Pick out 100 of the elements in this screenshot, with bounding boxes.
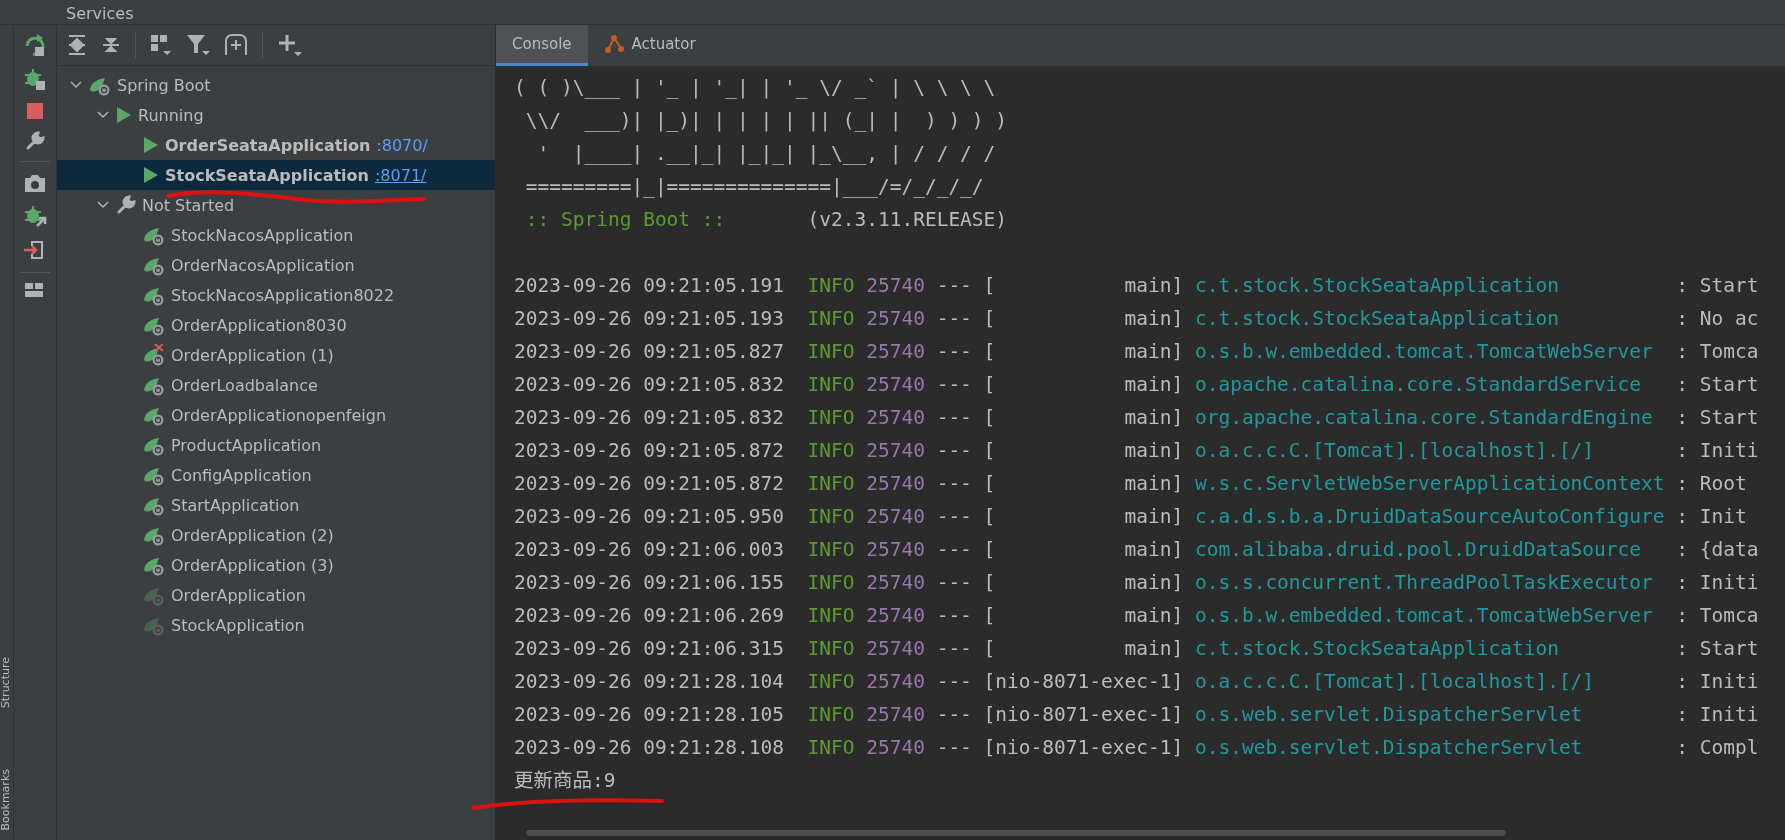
log-timestamp: 2023-09-26 09:21:06.003 [514,537,785,563]
port-link[interactable]: :8071/ [374,165,427,185]
tree-item[interactable]: Not Started [57,190,495,220]
tree-item[interactable]: Spring Boot [57,70,495,100]
thread-name: [ main] [983,438,1184,464]
log-timestamp: 2023-09-26 09:21:06.315 [514,636,785,662]
log-message: : Initi [1676,669,1759,695]
log-message: : Compl [1676,735,1759,761]
console-tab[interactable]: Console [496,25,588,66]
tree-item[interactable]: OrderApplication (1) [57,340,495,370]
tree-item[interactable]: Running [57,100,495,130]
add-icon[interactable] [277,33,303,57]
tree-item[interactable]: StockNacosApplication8022 [57,280,495,310]
tree-item[interactable]: ProductApplication [57,430,495,460]
thread-name: [ main] [983,636,1184,662]
process-id: 25740 [866,537,925,563]
layout-icon[interactable] [25,283,45,299]
process-id: 25740 [866,405,925,431]
thread-name: [nio-8071-exec-1] [983,702,1184,728]
log-message: : Initi [1676,438,1759,464]
log-timestamp: 2023-09-26 09:21:05.872 [514,471,785,497]
tree-item[interactable]: OrderApplicationopenfeign [57,400,495,430]
banner-line: =========|_|==============|___/=/_/_/_/ [524,174,984,200]
log-level: INFO [807,438,855,464]
tree-item[interactable]: OrderApplication (2) [57,520,495,550]
log-separator: --- [936,570,972,596]
log-timestamp: 2023-09-26 09:21:28.108 [514,735,785,761]
logger-name: o.s.b.w.embedded.tomcat.TomcatWebServer [1194,340,1653,363]
banner-label: :: Spring Boot :: [524,207,726,233]
filter-icon[interactable] [186,33,210,57]
expand-all-icon[interactable] [67,34,87,56]
tree-item[interactable]: OrderSeataApplication :8070/ [57,130,495,160]
process-id: 25740 [866,471,925,497]
log-timestamp: 2023-09-26 09:21:05.193 [514,306,785,332]
logger-name: o.a.c.c.C.[Tomcat].[localhost].[/] [1194,439,1595,462]
process-id: 25740 [866,339,925,365]
log-timestamp: 2023-09-26 09:21:05.832 [514,405,785,431]
tree-item[interactable]: OrderLoadbalance [57,370,495,400]
log-message: : Root [1676,471,1747,497]
window-title: Services [66,6,134,24]
log-separator: --- [936,438,972,464]
logger-name: o.s.b.w.embedded.tomcat.TomcatWebServer [1194,604,1653,627]
log-level: INFO [807,669,855,695]
banner-line: ' |____| .__|_| |_|_| |_\__, | / / / / [536,141,996,167]
thread-name: [ main] [983,339,1184,365]
log-timestamp: 2023-09-26 09:21:06.155 [514,570,785,596]
log-separator: --- [936,702,972,728]
rerun-icon[interactable] [23,33,47,57]
group-by-icon[interactable] [150,34,172,56]
log-message: : No ac [1676,306,1759,332]
log-level: INFO [807,702,855,728]
console-tab[interactable]: Actuator [587,25,712,66]
log-separator: --- [936,339,972,365]
log-timestamp: 2023-09-26 09:21:28.105 [514,702,785,728]
spring-error-icon [143,344,165,366]
logger-name: com.alibaba.druid.pool.DruidDataSource [1194,538,1642,561]
debug-icon[interactable] [23,67,47,91]
logger-name: w.s.c.ServletWebServerApplicationContext [1194,472,1665,495]
log-message: : Tomca [1676,603,1759,629]
log-separator: --- [936,735,972,761]
logger-name: c.t.stock.StockSeataApplication [1194,307,1559,330]
log-message: : {data [1676,537,1759,563]
log-timestamp: 2023-09-26 09:21:05.832 [514,372,785,398]
scrollbar[interactable] [526,830,1506,836]
logger-name: o.apache.catalina.core.StandardService [1194,373,1642,396]
process-id: 25740 [866,306,925,332]
settings-icon[interactable] [25,131,45,151]
add-service-icon[interactable] [224,34,248,56]
run-icon [143,136,159,154]
camera-icon[interactable] [23,172,47,194]
logger-name: org.apache.catalina.core.StandardEngine [1194,406,1653,429]
logger-name: o.s.web.servlet.DispatcherServlet [1194,736,1583,759]
debug-attach-icon[interactable] [23,204,47,228]
log-separator: --- [936,372,972,398]
process-id: 25740 [866,735,925,761]
log-level: INFO [807,339,855,365]
tree-item[interactable]: StockNacosApplication [57,220,495,250]
thread-name: [ main] [983,603,1184,629]
tree-item[interactable]: OrderApplication [57,580,495,610]
run-icon [143,166,159,184]
log-level: INFO [807,537,855,563]
tree-item[interactable]: OrderApplication (3) [57,550,495,580]
log-separator: --- [936,504,972,530]
tree-item[interactable]: StockSeataApplication :8071/ [57,160,495,190]
tree-item[interactable]: StartApplication [57,490,495,520]
tree-item[interactable]: OrderApplication8030 [57,310,495,340]
tree-item[interactable]: ConfigApplication [57,460,495,490]
stop-icon[interactable] [25,101,45,121]
port-link[interactable]: :8070/ [376,135,428,155]
version-text: (v2.3.11.RELEASE) [807,207,1008,233]
thread-name: [ main] [983,504,1184,530]
log-separator: --- [936,405,972,431]
thread-name: [ main] [983,372,1184,398]
thread-name: [ main] [983,306,1184,332]
tree-item[interactable]: StockApplication [57,610,495,640]
log-timestamp: 2023-09-26 09:21:28.104 [514,669,785,695]
log-level: INFO [807,405,855,431]
tree-item[interactable]: OrderNacosApplication [57,250,495,280]
log-separator: --- [936,669,972,695]
network-icon [603,34,626,54]
